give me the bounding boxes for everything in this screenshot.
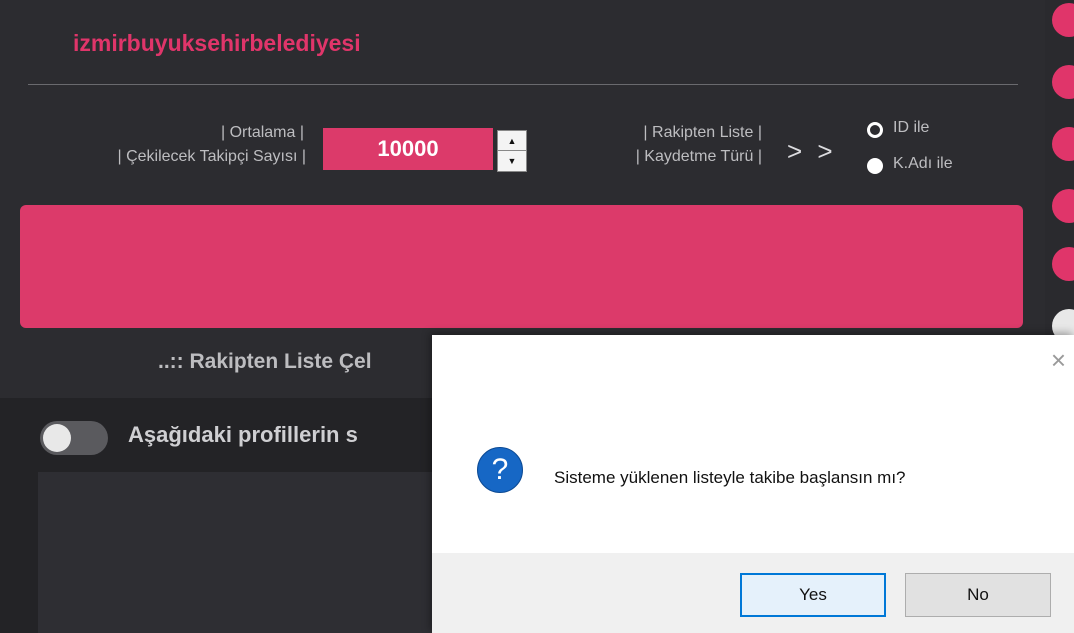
no-button[interactable]: No [905, 573, 1051, 617]
confirm-dialog: × ? Sisteme yüklenen listeyle takibe baş… [432, 335, 1074, 633]
question-icon: ? [477, 447, 523, 493]
caret-up-icon: ▲ [507, 135, 517, 146]
toggle-knob [43, 424, 71, 452]
title-divider [28, 84, 1018, 85]
save-type-label-line1: | Rakipten Liste | [643, 124, 762, 141]
yes-button[interactable]: Yes [740, 573, 886, 617]
page-title: izmirbuyuksehirbelediyesi [73, 30, 361, 56]
profiles-toggle-label: Aşağıdaki profillerin s [128, 422, 358, 447]
close-icon[interactable]: × [1051, 345, 1066, 376]
radio-id-label[interactable]: ID ile [893, 119, 929, 137]
radio-username[interactable] [867, 158, 883, 174]
follower-count-label-line2: | Çekilecek Takipçi Sayısı | [117, 148, 306, 165]
radio-id[interactable] [867, 122, 883, 138]
main-action-button[interactable] [20, 205, 1023, 328]
spin-down-button[interactable]: ▼ [498, 151, 526, 170]
dialog-message: Sisteme yüklenen listeyle takibe başlans… [554, 468, 906, 487]
spin-up-button[interactable]: ▲ [498, 131, 526, 151]
follower-count-label-line1: | Ortalama | [221, 124, 304, 141]
caret-down-icon: ▼ [507, 155, 517, 166]
save-type-label-line2: | Kaydetme Türü | [635, 148, 762, 165]
radio-username-label[interactable]: K.Adı ile [893, 155, 953, 173]
status-text: ..:: Rakipten Liste Çel [158, 350, 372, 373]
follower-count-spinner[interactable]: ▲ ▼ [497, 130, 527, 172]
follower-count-input[interactable]: 10000 [323, 128, 493, 170]
arrows-indicator: > > [787, 136, 837, 166]
profiles-toggle[interactable] [40, 421, 108, 455]
